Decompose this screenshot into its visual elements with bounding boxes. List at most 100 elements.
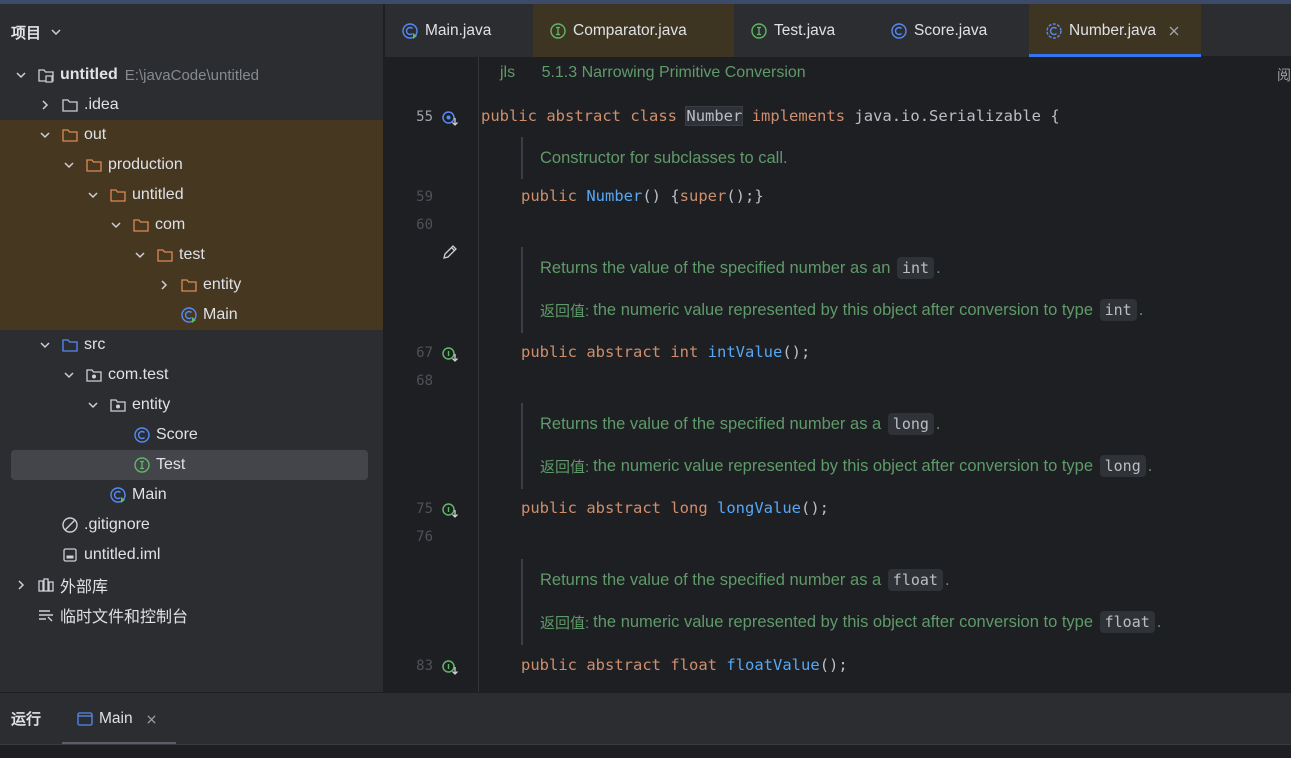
tab-score-java[interactable]: Score.java: [874, 4, 1029, 57]
tree-node-main-out[interactable]: Main: [0, 300, 383, 330]
close-icon[interactable]: [146, 714, 157, 725]
implementations-icon[interactable]: [441, 659, 459, 677]
method-name: floatValue: [726, 656, 820, 674]
run-tab-main[interactable]: Main: [62, 693, 176, 745]
tree-node-production[interactable]: production: [0, 150, 383, 180]
keyword: abstract: [546, 107, 621, 125]
edit-pencil-icon[interactable]: [441, 243, 459, 261]
jls-tag: jls: [500, 64, 516, 81]
tree-node-com-test[interactable]: com.test: [0, 360, 383, 390]
method-longvalue: public abstract long longValue();: [521, 499, 829, 517]
code-chip: float: [1099, 611, 1155, 633]
return-type: float: [670, 656, 718, 674]
chevron-down-icon[interactable]: [85, 187, 101, 203]
code-text: ();: [819, 656, 848, 674]
run-tool-window-bar: 运行 Main: [0, 692, 1291, 745]
tree-node-external-libs[interactable]: 外部库: [0, 570, 383, 600]
tree-node-main-src[interactable]: Main: [0, 480, 383, 510]
tree-node-entity-out[interactable]: entity: [0, 270, 383, 300]
tree-node-label: entity: [203, 276, 242, 293]
keyword: super: [679, 187, 727, 205]
doc-text: the numeric value represented by this ob…: [593, 300, 1094, 319]
chevron-down-icon[interactable]: [37, 337, 53, 353]
tab-number-java[interactable]: Number.java: [1029, 4, 1201, 57]
keyword: class: [630, 107, 678, 125]
tab-label: Score.java: [914, 21, 988, 39]
tree-node-label: 临时文件和控制台: [60, 609, 189, 626]
run-toolbar-strip: [0, 744, 1291, 758]
keyword: abstract: [586, 656, 661, 674]
line-number: 83: [416, 658, 433, 674]
keyword: public: [521, 656, 577, 674]
tree-node-label: src: [84, 336, 106, 353]
code-text: ();}: [726, 187, 764, 205]
class-name[interactable]: Number: [685, 106, 744, 126]
chevron-right-icon[interactable]: [13, 577, 29, 593]
tree-node-entity-src[interactable]: entity: [0, 390, 383, 420]
folder-icon: [62, 99, 78, 112]
ignore-file-icon: [62, 517, 78, 533]
keyword: public: [481, 107, 537, 125]
tree-node-test[interactable]: test: [0, 240, 383, 270]
chevron-down-icon[interactable]: [49, 25, 63, 39]
tree-node-root[interactable]: untitled E:\javaCode\untitled: [0, 60, 383, 90]
tree-node-label: .idea: [84, 96, 119, 113]
code-text: () {: [642, 187, 680, 205]
code-editor[interactable]: jls 5.1.3 Narrowing Primitive Conversion…: [385, 57, 1291, 692]
tree-node-scratches[interactable]: 临时文件和控制台: [0, 600, 383, 630]
line-number: 68: [416, 373, 433, 389]
tab-label: Main.java: [425, 21, 492, 39]
interface-icon: [550, 22, 566, 39]
tab-test-java[interactable]: Test.java: [734, 4, 874, 57]
folder-icon: [133, 219, 149, 232]
implemented-by-icon[interactable]: [441, 110, 459, 128]
chevron-down-icon[interactable]: [37, 127, 53, 143]
tree-node-label: untitled: [132, 186, 184, 203]
tree-node-test-interface[interactable]: Test: [0, 450, 383, 480]
folder-icon: [181, 279, 197, 292]
doc-text: Constructor for subclasses to call.: [540, 148, 788, 167]
tree-node-idea[interactable]: .idea: [0, 90, 383, 120]
chevron-down-icon[interactable]: [13, 67, 29, 83]
folder-icon: [62, 129, 78, 142]
chevron-right-icon[interactable]: [37, 97, 53, 113]
implementations-icon[interactable]: [441, 502, 459, 520]
tree-node-src[interactable]: src: [0, 330, 383, 360]
class-main-icon: [181, 307, 197, 323]
return-type: int: [670, 343, 699, 361]
folder-icon: [110, 189, 126, 202]
implementations-icon[interactable]: [441, 346, 459, 364]
tree-node-score[interactable]: Score: [0, 420, 383, 450]
project-panel-title: 项目: [11, 24, 42, 42]
keyword: abstract: [586, 343, 661, 361]
tree-node-gitignore[interactable]: .gitignore: [0, 510, 383, 540]
tree-node-out[interactable]: out: [0, 120, 383, 150]
tree-node-label: com: [155, 216, 186, 233]
scratches-icon: [39, 610, 53, 622]
tree-node-untitled-out[interactable]: untitled: [0, 180, 383, 210]
doc-text: Returns the value of the specified numbe…: [540, 414, 882, 433]
tab-comparator-java[interactable]: Comparator.java: [533, 4, 734, 57]
javadoc-intvalue: Returns the value of the specified numbe…: [521, 247, 1143, 333]
tab-label: Number.java: [1069, 21, 1157, 39]
returns-label: 返回值:: [540, 302, 590, 320]
tree-node-label: com.test: [108, 366, 169, 383]
chevron-down-icon[interactable]: [132, 247, 148, 263]
close-icon[interactable]: [1168, 25, 1180, 37]
code-text: ();: [801, 499, 830, 517]
chevron-down-icon[interactable]: [108, 217, 124, 233]
tree-node-iml[interactable]: untitled.iml: [0, 540, 383, 570]
project-panel-header[interactable]: 项目: [0, 4, 383, 60]
tab-main-java[interactable]: Main.java: [385, 4, 533, 57]
method-floatvalue: public abstract float floatValue();: [521, 656, 848, 674]
source-folder-icon: [62, 339, 78, 352]
run-tab-label: Main: [99, 710, 133, 727]
folder-icon: [157, 249, 173, 262]
chevron-down-icon[interactable]: [61, 367, 77, 383]
tree-node-com[interactable]: com: [0, 210, 383, 240]
tree-node-label: untitled: [60, 66, 118, 83]
chevron-down-icon[interactable]: [61, 157, 77, 173]
chevron-down-icon[interactable]: [85, 397, 101, 413]
chevron-right-icon[interactable]: [156, 277, 172, 293]
javadoc-longvalue: Returns the value of the specified numbe…: [521, 403, 1152, 489]
